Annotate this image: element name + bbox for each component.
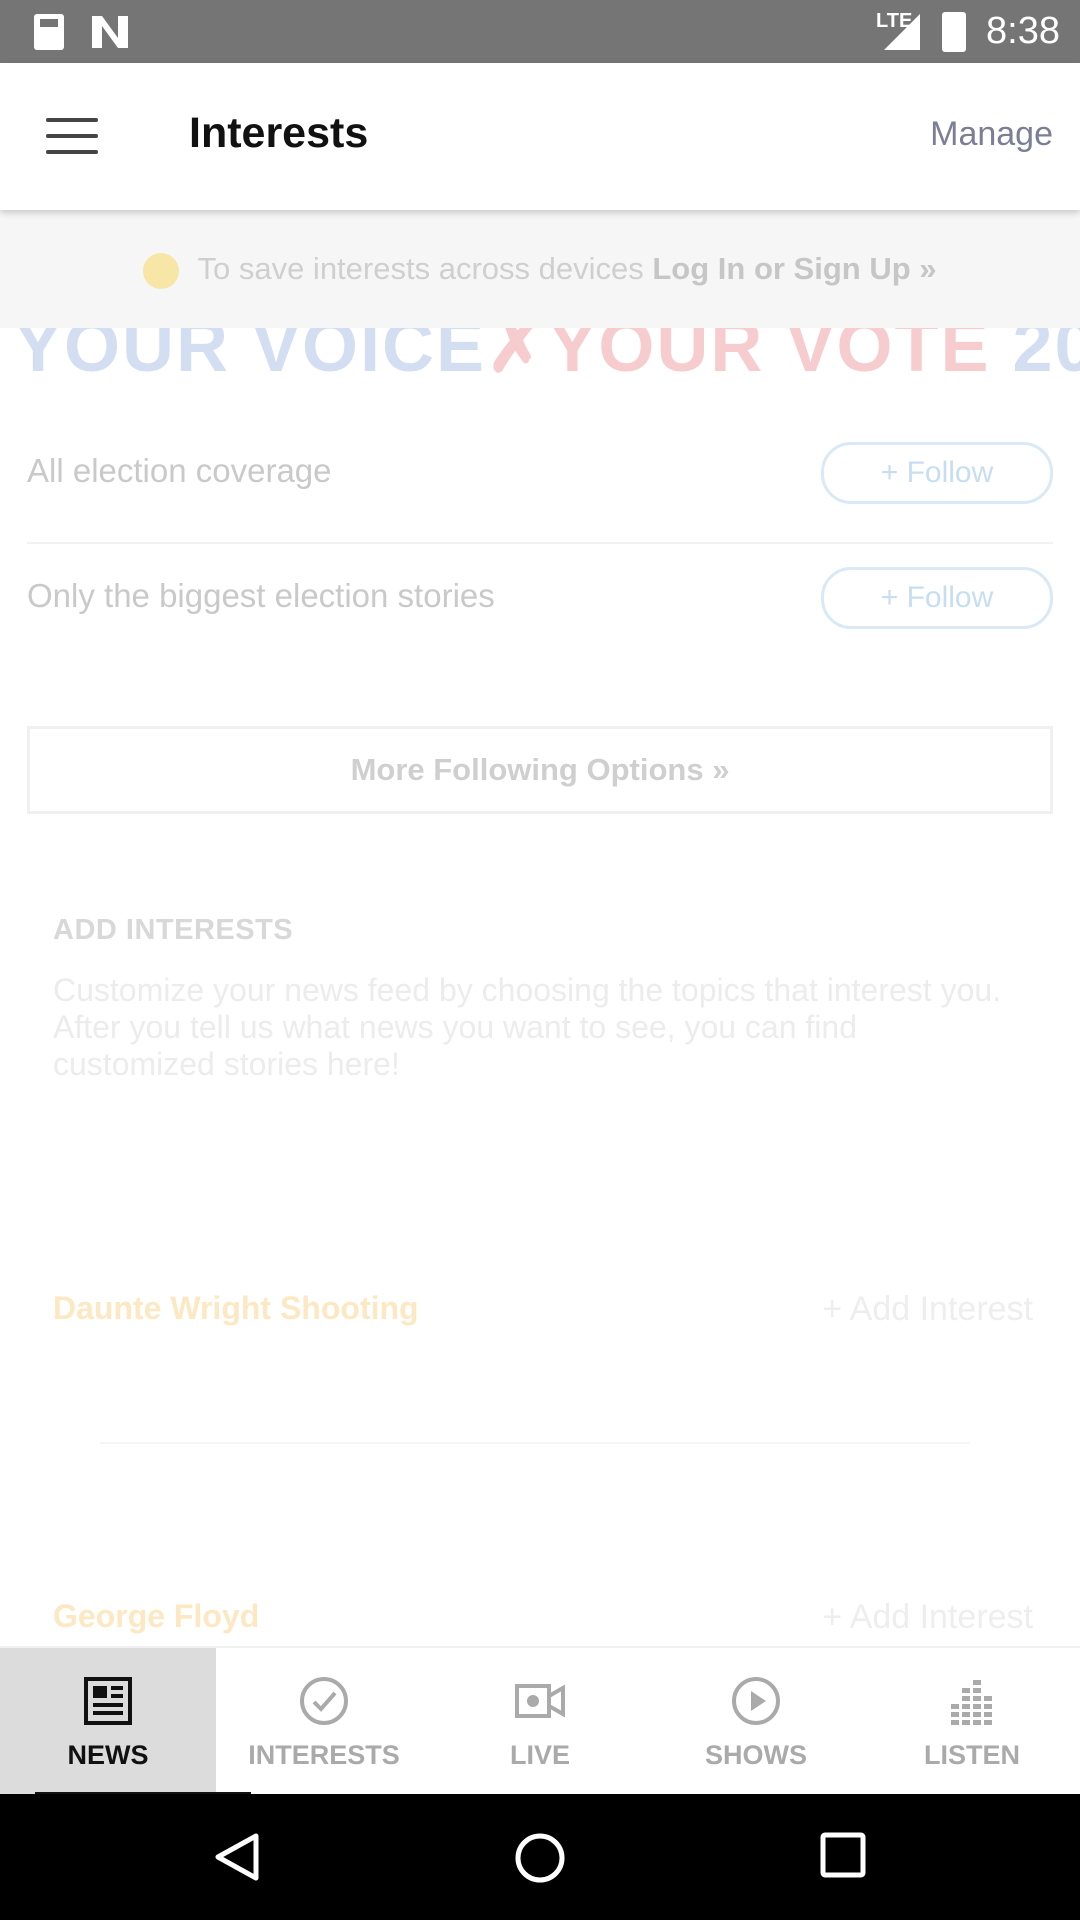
topic-row-george-floyd: George Floyd + Add Interest xyxy=(53,1578,1033,1646)
divider xyxy=(100,1442,970,1444)
nav-label: LISTEN xyxy=(923,1740,1020,1770)
banner-x-mark: ✗ xyxy=(486,328,549,387)
coin-icon xyxy=(143,252,180,289)
sd-card-icon xyxy=(34,14,64,50)
topic-name: George Floyd xyxy=(53,1598,260,1634)
bottom-navigation: NEWS INTERESTS LIVE SHOWS LISTEN xyxy=(0,1646,1080,1796)
follow-row-biggest-stories: Only the biggest election stories + Foll… xyxy=(27,543,1053,653)
system-navigation-bar xyxy=(0,1794,1080,1920)
follow-row-all-election: All election coverage + Follow xyxy=(27,418,1053,528)
banner-your-voice: YOUR VOICE xyxy=(14,328,487,387)
nav-tab-listen[interactable]: LISTEN xyxy=(864,1648,1080,1796)
nav-tab-live[interactable]: LIVE xyxy=(432,1648,648,1796)
nav-tab-interests[interactable]: INTERESTS xyxy=(216,1648,432,1796)
n-notification-icon xyxy=(92,16,128,48)
recents-icon[interactable] xyxy=(820,1832,866,1878)
follow-button[interactable]: + Follow xyxy=(821,442,1053,504)
nav-label: SHOWS xyxy=(704,1740,807,1770)
login-banner[interactable]: To save interests across devices Log In … xyxy=(0,210,1080,328)
add-interest-button[interactable]: + Add Interest xyxy=(822,1598,1033,1637)
check-circle-icon xyxy=(300,1677,348,1725)
hamburger-menu-icon[interactable] xyxy=(46,118,98,154)
page-title: Interests xyxy=(189,109,369,157)
video-camera-icon xyxy=(515,1684,565,1718)
status-bar: LTE 8:38 xyxy=(0,0,1080,63)
more-following-options-button[interactable]: More Following Options » xyxy=(27,726,1053,814)
add-interests-description: Customize your news feed by choosing the… xyxy=(53,972,1002,1082)
banner-your-vote: YOUR VOTE xyxy=(548,328,991,387)
topic-name: Daunte Wright Shooting xyxy=(53,1290,419,1326)
newspaper-icon xyxy=(84,1677,132,1725)
app-bar: Interests Manage xyxy=(0,63,1080,210)
banner-year: 2020 xyxy=(1012,328,1080,387)
home-icon[interactable] xyxy=(514,1832,566,1884)
nav-tab-news[interactable]: NEWS xyxy=(0,1648,216,1796)
battery-charging-icon xyxy=(942,12,966,52)
follow-row-label: Only the biggest election stories xyxy=(27,577,495,614)
play-circle-icon xyxy=(732,1677,780,1725)
follow-row-label: All election coverage xyxy=(27,452,332,489)
nav-tab-shows[interactable]: SHOWS xyxy=(648,1648,864,1796)
interests-content[interactable]: YOUR VOICE✗YOUR VOTE 2020 All election c… xyxy=(0,328,1080,1646)
election-banner: YOUR VOICE✗YOUR VOTE 2020 xyxy=(14,328,1080,387)
manage-button[interactable]: Manage xyxy=(930,115,1053,154)
signal-icon xyxy=(884,14,920,50)
status-clock: 8:38 xyxy=(986,10,1060,52)
equalizer-icon xyxy=(951,1680,992,1725)
nav-label: LIVE xyxy=(509,1740,570,1770)
back-icon[interactable] xyxy=(212,1832,262,1882)
add-interest-button[interactable]: + Add Interest xyxy=(822,1290,1033,1329)
login-banner-text: To save interests across devices xyxy=(197,251,644,286)
follow-button[interactable]: + Follow xyxy=(821,567,1053,629)
topic-row-daunte-wright: Daunte Wright Shooting + Add Interest xyxy=(53,1270,1033,1350)
nav-label: NEWS xyxy=(67,1740,149,1770)
add-interests-title: ADD INTERESTS xyxy=(53,914,294,946)
nav-label: INTERESTS xyxy=(248,1740,400,1770)
login-signup-link[interactable]: Log In or Sign Up » xyxy=(652,251,936,286)
